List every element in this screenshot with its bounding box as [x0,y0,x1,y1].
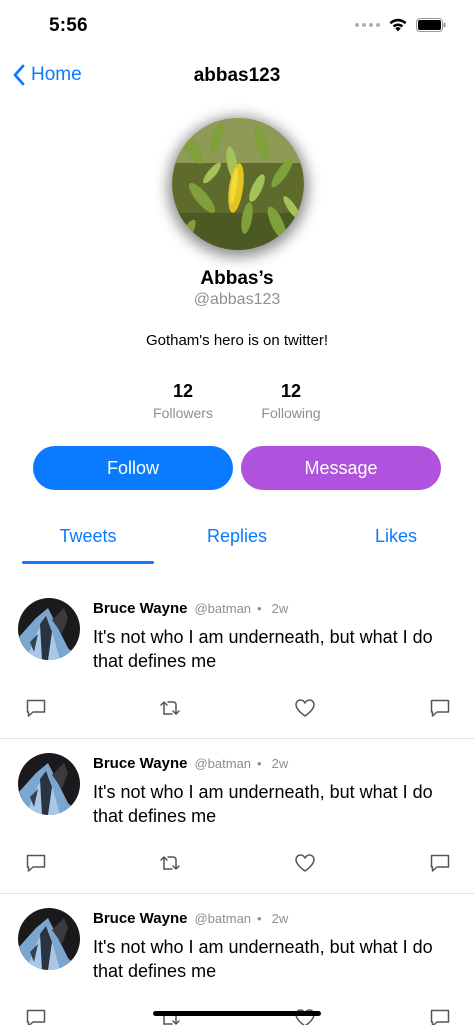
tweet-text: It's not who I am underneath, but what I… [93,627,433,671]
following-label: Following [261,405,321,421]
like-icon[interactable] [293,696,317,720]
navigation-bar: Home abbas123 [0,54,474,98]
tweet-header: Bruce Wayne @batman • 2w [93,910,288,927]
tab-likes[interactable]: Likes [346,526,446,547]
signal-icon [355,22,380,27]
followers-stat[interactable]: 12 Followers [138,381,228,421]
tweet[interactable]: Bruce Wayne @batman • 2w It's not who I … [0,894,474,1025]
tweet-header: Bruce Wayne @batman • 2w [93,600,288,617]
retweet-icon[interactable] [158,696,182,720]
tab-replies[interactable]: Replies [170,526,304,547]
profile-bio: Gotham's hero is on twitter! [145,332,329,349]
tweet-author-handle: @batman [194,911,252,926]
reply-icon[interactable] [24,696,48,720]
battery-icon [416,17,446,32]
status-icons [355,17,446,32]
tweet-actions [0,696,474,720]
tweet-avatar[interactable] [18,908,80,970]
profile-handle: @abbas123 [193,291,281,308]
tweet-author-handle: @batman [194,601,252,616]
tweet-separator-dot: • [257,911,262,926]
profile-tabs: Tweets Replies Likes [0,514,474,566]
follow-button[interactable]: Follow [33,446,233,490]
status-time: 5:56 [49,15,88,36]
tweet-actions [0,851,474,875]
tweet-text: It's not who I am underneath, but what I… [93,937,433,981]
tweet-author-name[interactable]: Bruce Wayne [93,755,187,772]
followers-label: Followers [153,405,213,421]
reply-icon[interactable] [24,851,48,875]
share-icon[interactable] [428,1006,452,1025]
tweet[interactable]: Bruce Wayne @batman • 2w It's not who I … [0,584,474,739]
tweet-header: Bruce Wayne @batman • 2w [93,755,288,772]
tweet-author-name[interactable]: Bruce Wayne [93,600,187,617]
page-title: abbas123 [193,65,281,86]
profile-display-name: Abbas’s [200,268,274,289]
tweet-timestamp: 2w [271,601,289,616]
tweet-separator-dot: • [257,601,262,616]
tweet-separator-dot: • [257,756,262,771]
tweet-author-name[interactable]: Bruce Wayne [93,910,187,927]
tab-tweets[interactable]: Tweets [22,526,154,547]
tweet-avatar[interactable] [18,753,80,815]
tab-selected-indicator [22,561,154,564]
wifi-icon [389,18,407,32]
reply-icon[interactable] [24,1006,48,1025]
tweet-author-handle: @batman [194,756,252,771]
following-count: 12 [280,381,302,401]
tweet-avatar[interactable] [18,598,80,660]
home-indicator[interactable] [153,1011,321,1016]
message-button[interactable]: Message [241,446,441,490]
tweet-timestamp: 2w [271,756,289,771]
retweet-icon[interactable] [158,851,182,875]
tweet[interactable]: Bruce Wayne @batman • 2w It's not who I … [0,739,474,894]
like-icon[interactable] [293,851,317,875]
profile-avatar [172,118,304,250]
status-bar: 5:56 [0,0,474,52]
share-icon[interactable] [428,696,452,720]
share-icon[interactable] [428,851,452,875]
tweet-text: It's not who I am underneath, but what I… [93,782,433,826]
followers-count: 12 [172,381,194,401]
tweet-timestamp: 2w [271,911,289,926]
following-stat[interactable]: 12 Following [246,381,336,421]
